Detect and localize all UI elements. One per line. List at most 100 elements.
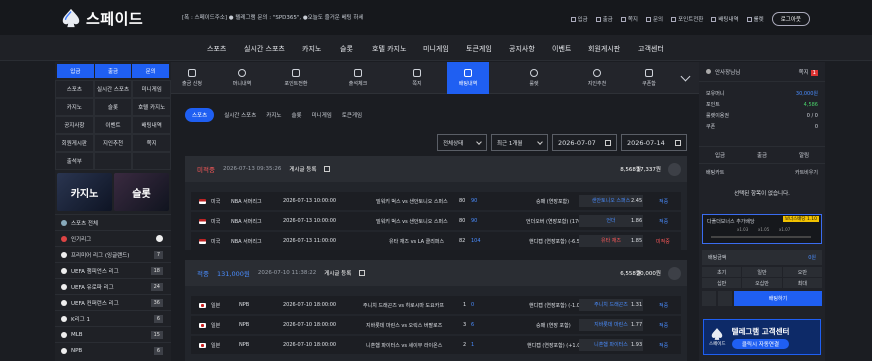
nav-live-sports[interactable]: 실시간 스포츠 [244,44,285,54]
korea-flag-icon [61,315,67,322]
left-menu-sports[interactable]: 스포츠 [55,80,94,98]
tab-sports[interactable]: 스포츠 [185,108,215,122]
chevron-down-icon[interactable] [680,71,691,82]
left-menu-live-sports[interactable]: 실시간 스포츠 [93,80,133,98]
clear-cart-button[interactable]: 카트비우기 [795,169,818,176]
tab-token-game[interactable]: 토큰게임 [342,111,362,119]
chip-500k[interactable]: 오십만 [742,278,782,288]
nav-slot[interactable]: 슬롯 [340,44,353,54]
left-menu-slot[interactable]: 슬롯 [93,98,133,116]
period-select[interactable]: 최근 1개월 [491,134,548,151]
trash-icon[interactable] [668,266,681,280]
nav-minigame[interactable]: 미니게임 [423,44,449,54]
league-count: 6 [153,346,163,355]
icon-nav-coupon[interactable]: 쿠폰함 [628,62,670,94]
register-post-button[interactable]: 게시글 등록 [289,165,316,173]
tab-minigame[interactable]: 미니게임 [312,111,332,119]
top-link-deposit[interactable]: 입금 [570,15,588,23]
left-withdraw-button[interactable]: 출금 [94,64,132,78]
right-deposit-button[interactable]: 입금 [699,147,741,163]
sports-all-row[interactable]: 스포츠 전체 [55,214,171,230]
left-menu-attendance[interactable]: 출석부 [55,152,94,170]
balance-list: 보유머니 30,000원 포인트 4,586 룰렛이용권 0 / 0 쿠폰 0 [699,82,825,132]
logo[interactable]: 스페이드 [60,7,143,29]
status-select[interactable]: 전체상태 [437,134,487,151]
top-link-bet-history[interactable]: 배팅내역 [711,15,739,23]
left-deposit-button[interactable]: 입금 [57,64,94,78]
icon-nav-point-exchange[interactable]: 포인트전환 [275,62,317,94]
top-link-roulette[interactable]: 룰렛 [746,15,764,23]
nav-token-game[interactable]: 토큰게임 [466,44,492,54]
trash-icon[interactable] [718,291,732,306]
league-item[interactable]: 프리미어 리그 (잉글랜드) 7 [55,246,171,262]
nav-event[interactable]: 이벤트 [552,44,571,54]
top-bar: 스페이드 [폭 : 스페이드주소] ● 텔레그램 문의 : "SPD365", … [0,0,872,35]
popular-league-header[interactable]: 인기리그 [55,230,171,246]
start-date-input[interactable]: 2026-07-07 [552,134,617,151]
bet-amount-field[interactable]: 배팅금액 0원 [702,250,822,265]
league-count: 7 [153,250,163,259]
right-alarm-button[interactable]: 알림 [783,147,825,163]
tab-slot[interactable]: 슬롯 [291,111,301,119]
bet-slip-header: 적중 131,000원 2026-07-10 11:38:22 게시글 등록 6… [185,260,687,286]
left-menu-notice[interactable]: 공지사항 [55,116,94,134]
chip-max[interactable]: 최대 [782,278,822,288]
league-item[interactable]: UEFA 챔피언스 리그 18 [55,262,171,278]
tab-casino[interactable]: 카지노 [266,111,281,119]
league-item[interactable]: NPB 6 [55,342,171,358]
user-icon [706,68,711,74]
top-link-inquiry[interactable]: 문의 [645,15,663,23]
icon-nav-bet-history[interactable]: 배팅내역 [447,62,489,94]
left-inquiry-button[interactable]: 문의 [132,64,170,78]
mail-badge[interactable]: 쪽지 1 [799,68,818,76]
logout-button[interactable]: 로그아웃 [771,12,810,26]
left-menu-hotel-casino[interactable]: 호텔 카지노 [132,98,171,116]
balance-roulette: 룰렛이용권 0 / 0 [706,112,818,120]
bet-row: 일본 NPB 2026-07-10 18:00:00 지바롯데 마린스 vs 오… [191,316,681,334]
chip-10k[interactable]: 일만 [742,267,782,277]
chip-50k[interactable]: 오만 [782,267,822,277]
tab-live-sports[interactable]: 실시간 스포츠 [224,111,256,119]
left-menu-board[interactable]: 회원게시판 [55,134,94,152]
icon-nav-attendance[interactable]: 출석체크 [337,62,379,94]
telegram-support-banner[interactable]: 스페이드 텔레그램 고객센터 클릭시 자동연결 [703,319,821,355]
left-menu-minigame[interactable]: 미니게임 [132,80,171,98]
trash-icon[interactable] [668,162,681,176]
league-item[interactable]: K리그 16 [55,310,171,326]
slot-banner[interactable]: 슬롯 [114,173,169,211]
edit-icon[interactable] [324,166,331,172]
nav-casino[interactable]: 카지노 [302,44,321,54]
left-menu-message[interactable]: 쪽지 [132,134,171,152]
icon-nav-message[interactable]: 쪽지 [396,62,438,94]
casino-banner[interactable]: 카지노 [57,173,112,211]
right-withdraw-button[interactable]: 출금 [741,147,783,163]
league-item[interactable]: UEFA 유로파 리그 24 [55,278,171,294]
chip-100k[interactable]: 십만 [702,278,742,288]
left-menu-casino[interactable]: 카지노 [55,98,94,116]
top-link-withdraw[interactable]: 출금 [595,15,613,23]
register-post-button[interactable]: 게시글 등록 [324,269,351,277]
collapse-icon[interactable] [156,235,163,242]
icon-nav-withdraw[interactable]: 출금 신청 [171,62,213,94]
icon-nav-referral[interactable]: 지인추천 [576,62,618,94]
nav-support[interactable]: 고객센터 [638,44,664,54]
left-menu-event[interactable]: 이벤트 [93,116,133,134]
nav-hotel-casino[interactable]: 호텔 카지노 [372,44,406,54]
icon-nav-roulette[interactable]: 룰렛 [513,62,555,94]
top-link-point-exchange[interactable]: 포인트전환 [671,15,703,23]
end-date-input[interactable]: 2026-07-14 [621,134,687,151]
nav-board[interactable]: 회원게시판 [588,44,620,54]
edit-icon[interactable] [359,270,366,276]
chip-reset[interactable]: 초기 [702,267,742,277]
icon-nav-money-history[interactable]: 머니내역 [221,62,263,94]
top-link-message[interactable]: 쪽지 [620,15,638,23]
nav-notice[interactable]: 공지사항 [509,44,535,54]
info-icon[interactable] [702,291,716,306]
league-item[interactable]: MLB 15 [55,326,171,342]
left-menu-bet-history[interactable]: 배팅내역 [132,116,171,134]
left-menu-referral[interactable]: 지인추천 [93,134,133,152]
league-item[interactable]: UEFA 컨퍼런스 리그 36 [55,294,171,310]
win-amount: 17,337원 [636,167,661,173]
place-bet-button[interactable]: 배팅하기 [734,291,822,306]
nav-sports[interactable]: 스포츠 [207,44,226,54]
